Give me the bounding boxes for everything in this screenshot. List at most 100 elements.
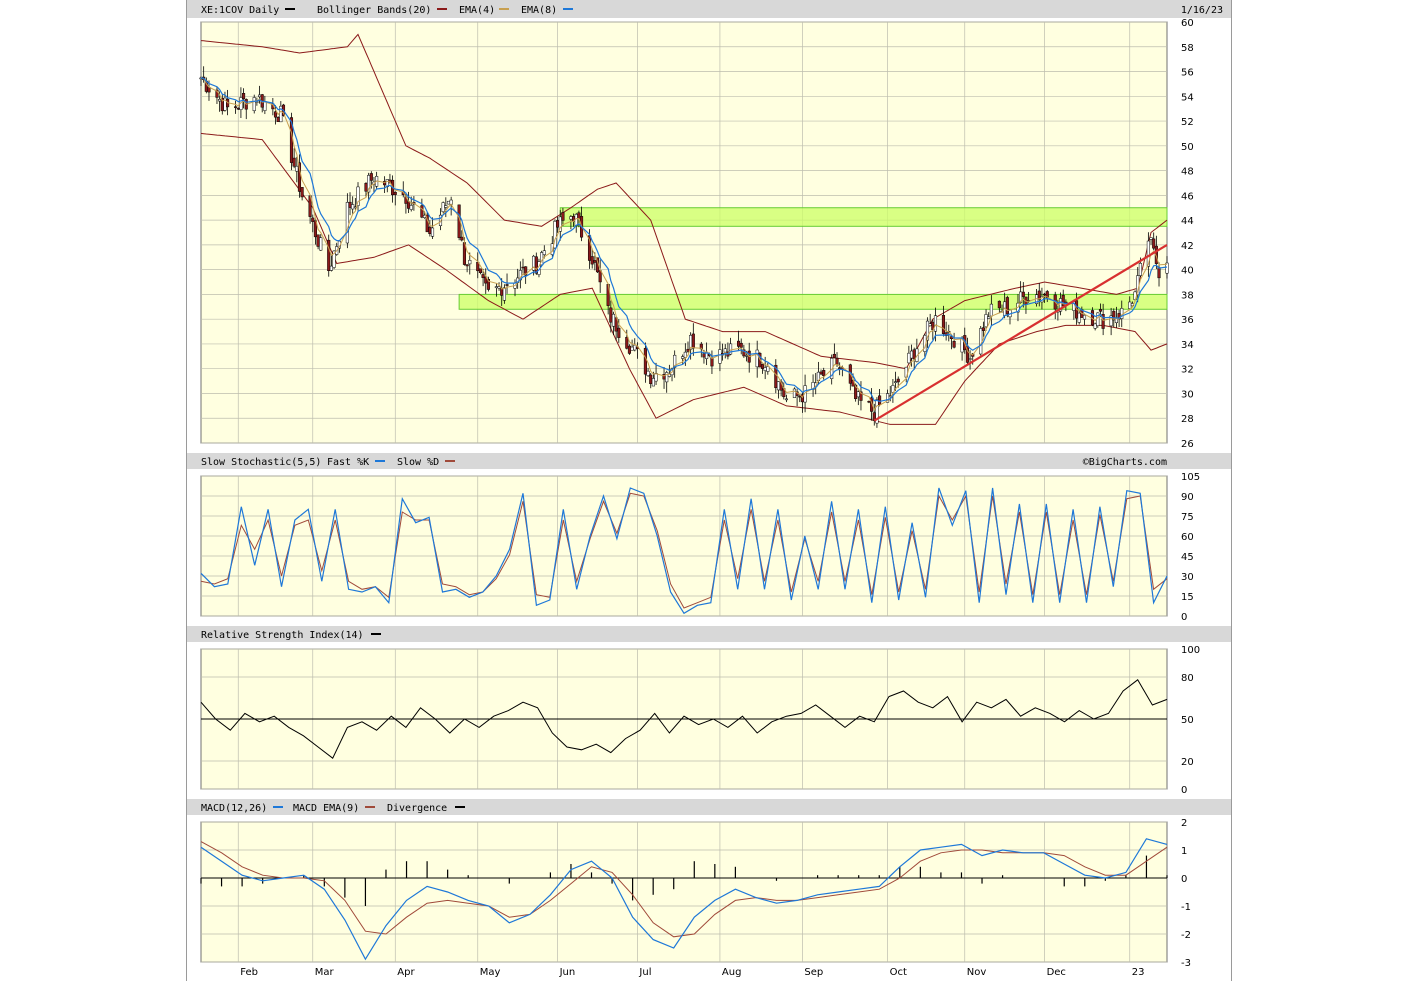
candle-body: [776, 381, 781, 391]
candle-body: [316, 234, 320, 247]
candle-body: [428, 226, 432, 234]
candle-body: [941, 315, 946, 334]
candle-body: [651, 378, 655, 387]
stochastic-panel: 105 90 75 60 45 30 15 0: [200, 472, 1200, 623]
candle-body: [1005, 297, 1009, 315]
candle-body: [798, 395, 802, 398]
candle-body: [441, 202, 445, 213]
y-tick-label: 46: [1181, 191, 1194, 202]
y-tick-label: 54: [1181, 92, 1194, 103]
candle-body: [273, 111, 278, 118]
candle-body: [542, 250, 546, 255]
month-tick-label: Dec: [1047, 967, 1066, 978]
candle-body: [521, 266, 525, 269]
y-tick-label: 60: [1181, 532, 1194, 543]
y-tick-label: 50: [1181, 142, 1194, 153]
ema8-legend-label: EMA(8): [521, 5, 557, 16]
candle-body: [1157, 267, 1161, 279]
month-tick-label: Apr: [397, 967, 415, 978]
candle-body: [236, 107, 240, 110]
y-tick-label: 75: [1181, 512, 1194, 523]
candle-body: [242, 93, 246, 100]
y-tick-label: 58: [1181, 43, 1194, 54]
divergence-legend-swatch: [455, 806, 465, 808]
candle-body: [502, 287, 506, 301]
candle-body: [896, 378, 900, 383]
month-tick-label: 23: [1132, 967, 1145, 978]
ema4-legend-swatch: [499, 8, 509, 10]
candle-body: [234, 106, 238, 108]
candle-body: [617, 327, 621, 338]
candle-body: [856, 391, 860, 398]
macd-title: MACD(12,26): [201, 803, 267, 814]
candle-body: [369, 173, 373, 181]
y-tick-label: 48: [1181, 167, 1194, 178]
candle-body: [478, 268, 482, 274]
y-tick-label: 30: [1181, 572, 1194, 583]
y-tick-label: 42: [1181, 241, 1194, 252]
ema8-legend-swatch: [563, 8, 573, 10]
y-tick-label: 36: [1181, 315, 1194, 326]
y-tick-label: 56: [1181, 68, 1194, 79]
candle-body: [393, 191, 397, 195]
month-tick-label: Jul: [638, 967, 651, 978]
candle-body: [500, 288, 504, 296]
fast-k-legend-swatch: [375, 460, 385, 462]
y-tick-label: -1: [1181, 902, 1191, 913]
y-tick-label: 30: [1181, 389, 1194, 400]
candle-body: [630, 346, 634, 351]
macd-ema-legend-swatch: [365, 806, 375, 808]
slow-d-legend-swatch: [445, 460, 455, 462]
candle-body: [822, 370, 826, 376]
candle-body: [505, 284, 509, 286]
y-tick-label: 0: [1181, 785, 1187, 796]
candle-body: [838, 367, 842, 369]
candle-body: [987, 316, 991, 319]
candle-body: [345, 202, 349, 244]
candle-body: [1077, 312, 1081, 323]
candle-body: [792, 388, 796, 398]
candle-body: [739, 342, 743, 348]
month-tick-label: Nov: [967, 967, 987, 978]
candle-body: [252, 97, 256, 111]
candle-body: [681, 356, 685, 359]
candle-body: [928, 323, 932, 327]
month-tick-label: Aug: [722, 967, 742, 978]
y-tick-label: 0: [1181, 612, 1187, 623]
month-tick-label: Sep: [804, 967, 823, 978]
y-tick-label: 60: [1181, 18, 1194, 29]
candle-body: [300, 187, 304, 198]
candle-body: [577, 212, 581, 219]
candle-body: [1138, 262, 1142, 276]
candle-body: [907, 352, 911, 364]
candle-body: [691, 333, 695, 349]
y-tick-label: 0: [1181, 874, 1187, 885]
y-tick-label: 38: [1181, 290, 1194, 301]
candle-body: [446, 200, 451, 205]
y-tick-label: 15: [1181, 592, 1194, 603]
stochastic-header-bar: Slow Stochastic(5,5) Fast %K Slow %D ©Bi…: [187, 453, 1231, 469]
candle-body: [702, 353, 706, 358]
candle-body: [760, 363, 765, 369]
y-tick-label: 40: [1181, 266, 1194, 277]
bollinger-legend-swatch: [437, 8, 447, 10]
candle-body: [420, 205, 424, 218]
candle-body: [348, 201, 352, 208]
rsi-header-bar: Relative Strength Index(14): [187, 626, 1231, 642]
candle-body: [276, 116, 280, 122]
candle-body: [912, 349, 916, 360]
y-tick-label: 44: [1181, 216, 1194, 227]
candle-body: [784, 398, 789, 401]
candle-body: [819, 371, 823, 375]
chart-canvas: XE:1COV Daily Bollinger Bands(20) EMA(4)…: [187, 0, 1231, 978]
credit-label: ©BigCharts.com: [1083, 457, 1167, 468]
date-label: 1/16/23: [1181, 5, 1223, 16]
candle-body: [257, 94, 262, 98]
candle-body: [218, 99, 222, 102]
candle-body: [909, 350, 914, 359]
fast-k-legend-label: Fast %K: [327, 457, 369, 468]
candle-body: [832, 353, 836, 358]
candle-body: [292, 157, 296, 167]
candle-body: [755, 349, 759, 368]
price-header-bar: XE:1COV Daily Bollinger Bands(20) EMA(4)…: [187, 0, 1231, 18]
